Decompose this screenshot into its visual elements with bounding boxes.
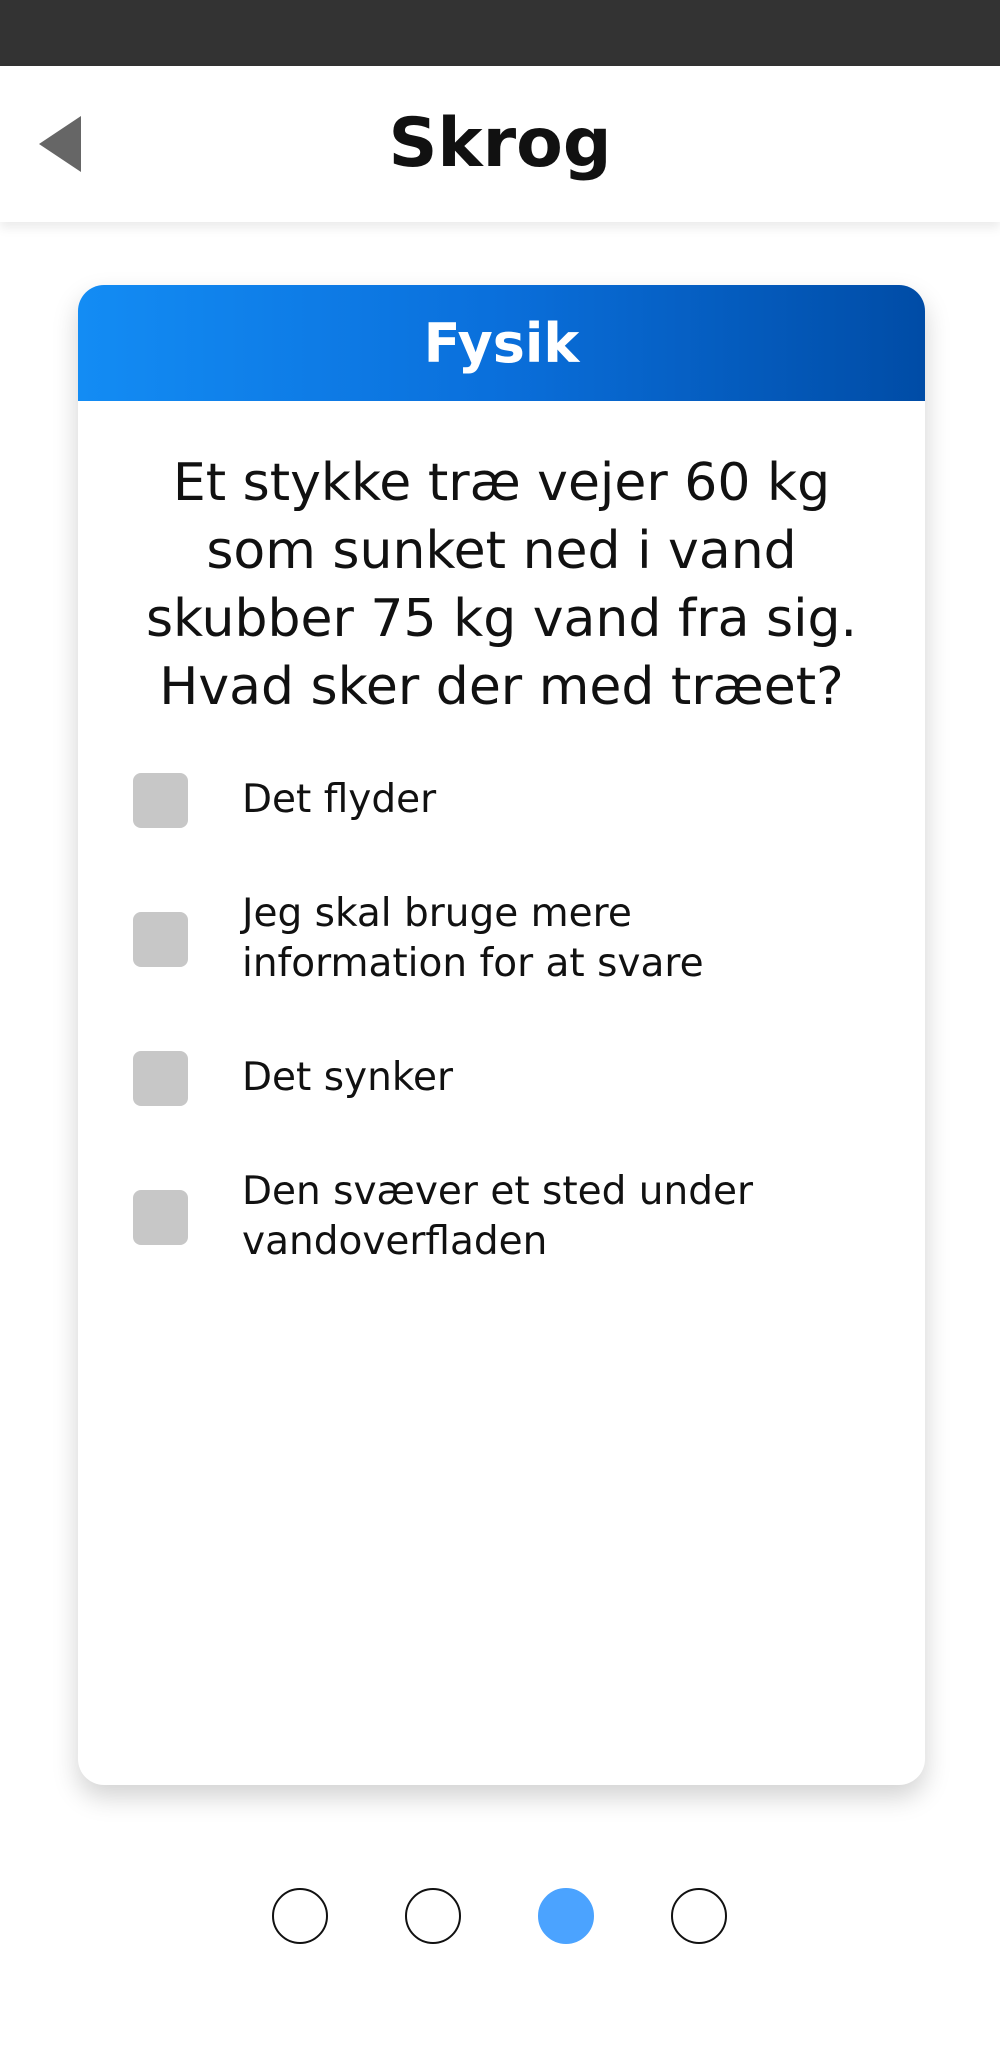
option-label: Det synker bbox=[242, 1055, 454, 1100]
card-header: Fysik bbox=[78, 285, 925, 401]
checkbox[interactable] bbox=[133, 1050, 188, 1106]
category-title: Fysik bbox=[423, 311, 580, 375]
page-dot-1[interactable] bbox=[272, 1888, 328, 1944]
option-label: Jeg skal bruge mere information for at s… bbox=[242, 891, 704, 986]
checkbox[interactable] bbox=[133, 1189, 188, 1245]
options-list: Det flyder Jeg skal bruge mere informati… bbox=[78, 745, 925, 1301]
page-dot-2[interactable] bbox=[405, 1888, 461, 1944]
option-det-flyder[interactable]: Det flyder bbox=[133, 745, 885, 855]
app-header: Skrog bbox=[0, 66, 1000, 222]
question-text: Et stykke træ vejer 60 kg som sunket ned… bbox=[145, 453, 858, 717]
back-button[interactable] bbox=[22, 106, 98, 182]
option-label: Den svæver et sted under vandoverfladen bbox=[242, 1169, 753, 1264]
status-bar bbox=[0, 0, 1000, 66]
question-card: Fysik Et stykke træ vejer 60 kg som sunk… bbox=[78, 285, 925, 1785]
option-det-synker[interactable]: Det synker bbox=[133, 1023, 885, 1133]
pagination-dots bbox=[0, 1888, 1000, 1944]
option-label: Det flyder bbox=[242, 777, 437, 822]
back-triangle-icon bbox=[39, 116, 81, 172]
page-title: Skrog bbox=[388, 104, 612, 183]
option-hovers-below-surface[interactable]: Den svæver et sted under vandoverfladen bbox=[133, 1133, 885, 1301]
page-dot-4[interactable] bbox=[671, 1888, 727, 1944]
checkbox[interactable] bbox=[133, 911, 188, 967]
checkbox[interactable] bbox=[133, 772, 188, 828]
option-need-more-information[interactable]: Jeg skal bruge mere information for at s… bbox=[133, 855, 885, 1023]
page-dot-3[interactable] bbox=[538, 1888, 594, 1944]
